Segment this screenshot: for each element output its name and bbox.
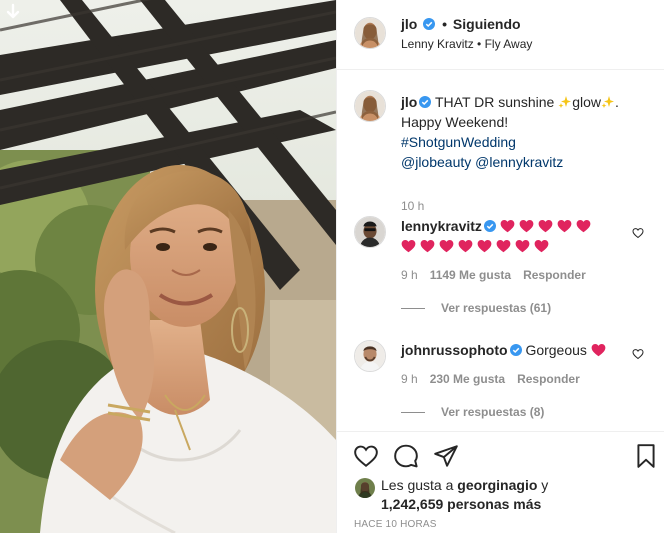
heart-outline-icon[interactable] [632,348,644,360]
comment-text: Gorgeous [525,342,587,358]
comment-meta: 9 h 1149 Me gusta Responder [401,268,586,282]
caption-time[interactable]: 10 h [401,199,424,213]
audio-track-link[interactable]: Lenny Kravitz • Fly Away [401,37,532,51]
comment-meta: 9 h 230 Me gusta Responder [401,372,580,386]
caption-text-start: THAT DR sunshine [434,94,559,110]
paper-plane-icon[interactable] [433,443,459,469]
caption-username[interactable]: jlo [401,94,417,110]
verified-badge-icon [419,96,432,108]
red-heart-emoji-icon [534,239,549,253]
likes-joiner: y [537,477,549,493]
view-replies-button[interactable]: Ver respuestas (61) [401,301,551,315]
avatar[interactable] [354,216,386,248]
mention-link-lennykravitz[interactable]: @lennykravitz [475,154,563,170]
comment-hearts [591,342,610,358]
red-heart-emoji-icon [500,219,515,233]
red-heart-emoji-icon [496,239,511,253]
caption-text-end: . [614,94,619,110]
post-panel: jlo • Siguiendo Lenny Kravitz • Fly Away… [336,0,664,533]
red-heart-emoji-icon [458,239,473,253]
red-heart-emoji-icon [576,219,591,233]
post-header: jlo • Siguiendo Lenny Kravitz • Fly Away [337,0,664,70]
heart-outline-icon[interactable] [353,443,379,469]
post-timestamp[interactable]: HACE 10 HORAS [354,519,437,530]
selfie-photo [0,0,336,533]
likes-count-link[interactable]: 1,242,659 personas más [381,496,541,512]
bookmark-icon[interactable] [633,443,659,469]
avatar[interactable] [354,17,386,49]
red-heart-emoji-icon [591,343,606,357]
likes-summary: Les gusta a georginagio y 1,242,659 pers… [381,476,651,514]
arrow-down-icon[interactable] [4,3,22,21]
follow-status-button[interactable]: Siguiendo [453,16,521,32]
verified-badge-icon [509,344,522,356]
reply-button[interactable]: Responder [517,372,580,386]
comment-time[interactable]: 9 h [401,268,418,282]
red-heart-emoji-icon [439,239,454,253]
comment-username[interactable]: johnrussophoto [401,342,508,358]
avatar[interactable] [354,340,386,372]
replies-divider [401,412,425,414]
post-photo[interactable] [0,0,336,533]
avatar[interactable] [355,478,375,498]
mention-link-jlobeauty[interactable]: @jlobeauty [401,154,471,170]
red-heart-emoji-icon [420,239,435,253]
comment-time[interactable]: 9 h [401,372,418,386]
comment-likes[interactable]: 230 Me gusta [430,372,505,386]
red-heart-emoji-icon [538,219,553,233]
liker-username[interactable]: georginagio [457,477,537,493]
comment-username[interactable]: lennykravitz [401,218,482,234]
replies-divider [401,308,425,310]
verified-badge-icon [423,18,436,30]
comment-bubble-icon[interactable] [393,443,419,469]
comment-likes[interactable]: 1149 Me gusta [430,268,511,282]
view-replies-label: Ver respuestas (8) [441,405,545,419]
separator-dot: • [442,16,448,32]
view-replies-label: Ver respuestas (61) [441,301,552,315]
avatar[interactable] [354,90,386,122]
red-heart-emoji-icon [401,239,416,253]
red-heart-emoji-icon [557,219,572,233]
red-heart-emoji-icon [477,239,492,253]
sparkles-emoji-icon [601,96,614,108]
caption-text-glow: glow [572,94,601,110]
reply-button[interactable]: Responder [523,268,586,282]
red-heart-emoji-icon [515,239,530,253]
hashtag-link[interactable]: #ShotgunWedding [401,134,516,150]
red-heart-emoji-icon [519,219,534,233]
comments-list[interactable]: jlo THAT DR sunshine glow. Happy Weekend… [337,71,664,431]
view-replies-button[interactable]: Ver respuestas (8) [401,405,544,419]
sparkles-emoji-icon [558,96,572,108]
caption-line-2: Happy Weekend! [401,114,509,130]
post-username[interactable]: jlo [401,16,417,32]
verified-badge-icon [483,220,496,232]
heart-outline-icon[interactable] [632,227,644,239]
likes-prefix: Les gusta a [381,477,458,493]
post-actions: Les gusta a georginagio y 1,242,659 pers… [337,431,664,533]
